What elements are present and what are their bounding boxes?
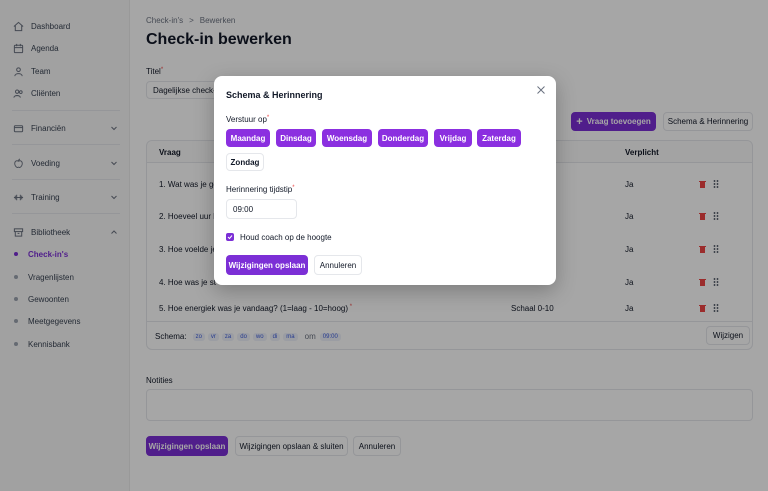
day-toggle-zondag[interactable]: Zondag	[226, 153, 264, 171]
day-toggle-dinsdag[interactable]: Dinsdag	[276, 129, 316, 147]
modal-save-button[interactable]: Wijzigingen opslaan	[226, 255, 308, 275]
check-icon	[227, 235, 233, 240]
modal-title: Schema & Herinnering	[226, 90, 323, 100]
reminder-time-label-text: Herinnering tijdstip	[226, 185, 293, 194]
reminder-time-input[interactable]: 09:00	[226, 199, 297, 219]
schedule-modal: Schema & Herinnering Verstuur op* Maanda…	[214, 76, 556, 285]
notify-coach-checkbox[interactable]	[226, 233, 234, 241]
close-icon[interactable]	[536, 85, 546, 95]
required-marker: *	[266, 115, 270, 121]
send-on-label-text: Verstuur op	[226, 115, 267, 124]
day-toggle-vrijdag[interactable]: Vrijdag	[434, 129, 472, 147]
required-marker: *	[292, 185, 295, 191]
day-toggle-woensdag[interactable]: Woensdag	[322, 129, 372, 147]
modal-cancel-button[interactable]: Annuleren	[314, 255, 362, 275]
day-toggle-maandag[interactable]: Maandag	[226, 129, 270, 147]
reminder-time-label: Herinnering tijdstip*	[226, 185, 295, 194]
send-on-label: Verstuur op*	[226, 115, 269, 124]
day-toggle-donderdag[interactable]: Donderdag	[378, 129, 428, 147]
day-toggle-zaterdag[interactable]: Zaterdag	[477, 129, 521, 147]
notify-coach-label[interactable]: Houd coach op de hoogte	[240, 233, 332, 242]
